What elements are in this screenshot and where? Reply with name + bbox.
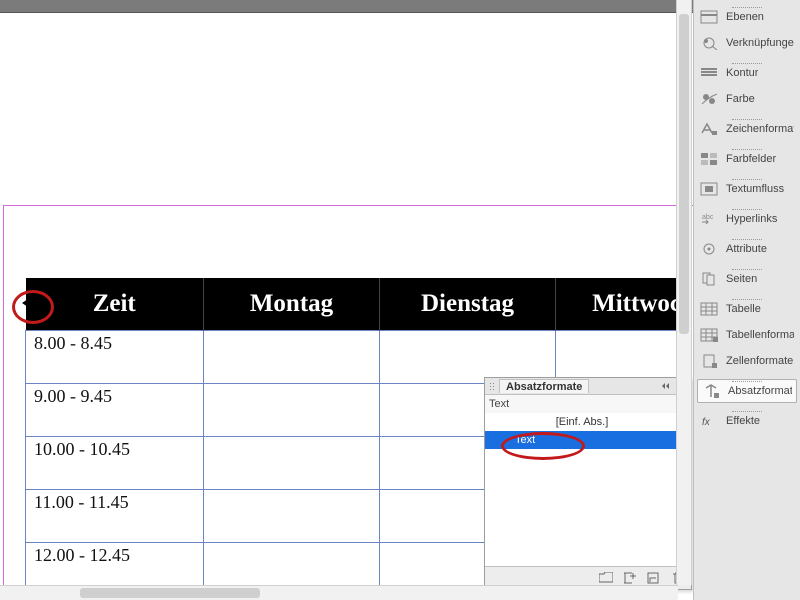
folder-icon[interactable] — [599, 572, 613, 584]
col-header-zeit[interactable]: Zeit — [26, 278, 204, 331]
panel-button-label: Zellenformate — [726, 355, 793, 367]
effekte-icon: fx — [700, 414, 718, 428]
schedule-cell[interactable] — [380, 331, 556, 384]
panel-button-label: Farbfelder — [726, 153, 776, 165]
new-style-icon[interactable] — [647, 572, 661, 584]
collapse-arrows-icon[interactable] — [661, 381, 673, 391]
panel-button-label: Attribute — [726, 243, 767, 255]
attribute-icon — [700, 242, 718, 256]
ebenen-icon — [700, 10, 718, 24]
panel-button-zellenformate[interactable]: Zellenformate — [694, 348, 800, 374]
clear-overrides-icon[interactable] — [623, 572, 637, 584]
schedule-cell[interactable] — [204, 384, 380, 437]
svg-text:fx: fx — [702, 417, 711, 428]
panel-subheader: Text — [485, 395, 691, 414]
style-list-item[interactable]: Text — [485, 431, 679, 449]
farbfelder-icon — [700, 152, 718, 166]
hyperlinks-icon: abc — [700, 212, 718, 226]
absatzformate-panel[interactable]: Absatzformate Text [Einf. Abs.]Text — [484, 377, 692, 590]
time-cell[interactable]: 8.00 - 8.45 — [26, 331, 204, 384]
zeichenformate-icon — [700, 122, 718, 136]
current-style-label: Text — [489, 398, 509, 410]
style-list-item[interactable]: [Einf. Abs.] — [485, 413, 679, 431]
right-panel-dock: Ebenen Verknüpfungen Kontur Farbe Zeichenfor… — [693, 0, 800, 600]
panel-button-label: Textumfluss — [726, 183, 784, 195]
doc-hscroll-thumb[interactable] — [80, 588, 260, 598]
panel-tab-absatzformate[interactable]: Absatzformate — [499, 379, 589, 393]
panel-button-verknüpfungen[interactable]: Verknüpfungen — [694, 30, 800, 56]
tabellenformate-icon — [700, 328, 718, 342]
kontur-icon — [700, 66, 718, 80]
panel-button-label: Hyperlinks — [726, 213, 777, 225]
absatzformate-icon — [702, 384, 720, 398]
verknüpfungen-icon — [700, 36, 718, 50]
panel-button-label: Verknüpfungen — [726, 37, 794, 49]
tabelle-icon — [700, 302, 718, 316]
time-cell[interactable]: 11.00 - 11.45 — [26, 490, 204, 543]
panel-button-label: Absatzformate — [728, 385, 792, 397]
style-list[interactable]: [Einf. Abs.]Text — [485, 413, 679, 567]
svg-text:abc: abc — [702, 214, 714, 221]
schedule-cell[interactable] — [204, 437, 380, 490]
panel-button-tabellenformate[interactable]: Tabellenformate — [694, 322, 800, 348]
doc-vertical-scrollbar[interactable] — [676, 0, 692, 585]
table-row[interactable]: 8.00 - 8.45 — [26, 331, 679, 384]
panel-group-separator — [694, 374, 800, 378]
panel-button-label: Farbe — [726, 93, 755, 105]
header-row: Zeit Montag Dienstag Mittwoch Donnerstag — [26, 278, 679, 331]
panel-grip[interactable] — [489, 382, 495, 390]
time-cell[interactable]: 10.00 - 10.45 — [26, 437, 204, 490]
panel-button-label: Effekte — [726, 415, 760, 427]
col-header-montag[interactable]: Montag — [204, 278, 380, 331]
panel-button-label: Ebenen — [726, 11, 764, 23]
time-cell[interactable]: 9.00 - 9.45 — [26, 384, 204, 437]
panel-button-farbe[interactable]: Farbe — [694, 86, 800, 112]
panel-tabbar[interactable]: Absatzformate — [485, 378, 691, 395]
zellenformate-icon — [700, 354, 718, 368]
panel-button-label: Zeichenformate — [726, 123, 794, 135]
panel-button-label: Tabelle — [726, 303, 761, 315]
panel-button-label: Seiten — [726, 273, 757, 285]
doc-horizontal-scrollbar[interactable] — [0, 585, 678, 600]
panel-button-label: Kontur — [726, 67, 758, 79]
schedule-cell[interactable] — [204, 331, 380, 384]
schedule-cell[interactable] — [204, 490, 380, 543]
textumfluss-icon — [700, 182, 718, 196]
doc-scroll-thumb[interactable] — [679, 14, 689, 334]
col-header-dienstag[interactable]: Dienstag — [380, 278, 556, 331]
schedule-cell[interactable] — [556, 331, 679, 384]
seiten-icon — [700, 272, 718, 286]
farbe-icon — [700, 92, 718, 106]
panel-button-label: Tabellenformate — [726, 329, 794, 341]
col-header-mittwoch[interactable]: Mittwoch — [556, 278, 679, 331]
